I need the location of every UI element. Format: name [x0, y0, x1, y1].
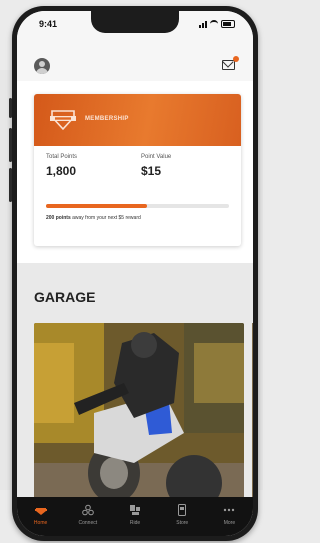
points-remaining: 200 points — [46, 215, 71, 221]
point-value-label: Point Value — [141, 154, 172, 160]
membership-title: MEMBERSHIP — [85, 116, 129, 122]
total-points-label: Total Points — [46, 154, 78, 160]
tab-home[interactable]: Home — [17, 497, 64, 536]
tab-label-more: More — [223, 520, 236, 526]
signal-icon — [199, 20, 207, 28]
volume-down-button — [9, 168, 12, 202]
total-points-stat: Total Points 1,800 — [46, 154, 77, 178]
home-icon — [34, 508, 47, 515]
notification-dot — [233, 56, 239, 62]
wifi-icon — [210, 20, 218, 28]
top-bar — [17, 41, 253, 81]
store-icon — [178, 504, 187, 516]
membership-card[interactable]: MEMBERSHIP Total Points 1,800 Point Valu… — [34, 94, 241, 246]
mute-switch — [9, 98, 12, 118]
tab-bar: Home Connect Ride Store More — [17, 497, 253, 536]
tab-label-store: Store — [176, 520, 189, 526]
point-value-stat: Point Value $15 — [141, 154, 171, 178]
connect-icon — [81, 504, 94, 516]
rewards-progress-note: 200 points away from your next $5 reward — [46, 215, 141, 221]
battery-icon — [221, 20, 235, 28]
garage-title: GARAGE — [34, 289, 96, 305]
motorcycle-photo[interactable] — [34, 323, 244, 513]
progress-note-text: away from your next $5 reward — [70, 215, 141, 221]
more-icon — [224, 508, 235, 512]
rewards-progress-fill — [46, 204, 147, 208]
tab-ride[interactable]: Ride — [111, 497, 158, 536]
point-value-value: $15 — [141, 164, 162, 178]
garage-section: GARAGE — [17, 263, 253, 513]
status-icons — [199, 20, 235, 28]
notch — [91, 11, 179, 33]
phone-frame: 9:41 MEMBERSHIP Total Points 1,800 Point… — [9, 6, 258, 541]
status-time: 9:41 — [39, 19, 58, 29]
tab-label-ride: Ride — [129, 520, 141, 526]
rewards-progress-bar — [46, 204, 229, 208]
tab-label-home: Home — [33, 520, 48, 526]
next-motorcycle-photo[interactable] — [252, 323, 253, 513]
membership-header: MEMBERSHIP — [34, 94, 241, 146]
volume-up-button — [9, 128, 12, 162]
tab-label-connect: Connect — [78, 520, 98, 526]
tab-store[interactable]: Store — [159, 497, 206, 536]
tab-connect[interactable]: Connect — [64, 497, 111, 536]
inbox-icon[interactable] — [222, 60, 235, 70]
total-points-value: 1,800 — [46, 164, 77, 178]
ride-icon — [130, 505, 140, 515]
brand-shield-icon — [50, 110, 76, 131]
avatar[interactable] — [34, 58, 50, 74]
app-screen: 9:41 MEMBERSHIP Total Points 1,800 Point… — [17, 11, 253, 536]
tab-more[interactable]: More — [206, 497, 253, 536]
